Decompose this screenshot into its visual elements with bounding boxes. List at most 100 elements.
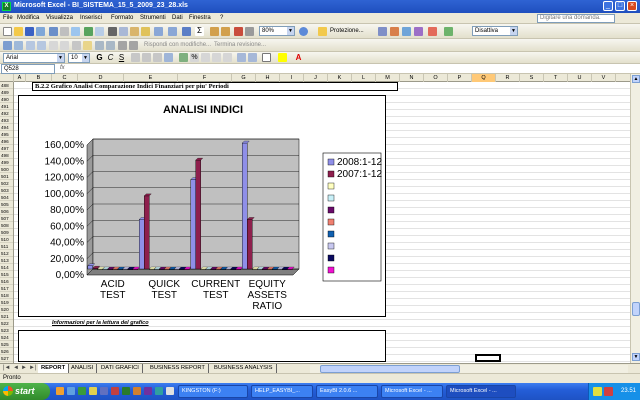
horizontal-scroll-thumb[interactable] [320, 365, 460, 373]
track-changes-icon[interactable] [83, 41, 92, 50]
quicklaunch-folder-icon[interactable] [89, 387, 97, 395]
menu-dati[interactable]: Dati [172, 15, 183, 21]
thousands-icon[interactable] [201, 53, 210, 62]
close-button[interactable]: × [627, 1, 637, 11]
preview-icon[interactable] [71, 27, 80, 36]
column-header-n[interactable]: N [400, 74, 424, 82]
info-label[interactable]: Informazioni per la lettura del grafico [52, 320, 149, 326]
increase-indent-icon[interactable] [248, 53, 257, 62]
script-editor-icon[interactable] [444, 27, 453, 36]
fx-icon[interactable]: fx [60, 65, 65, 71]
align-left-icon[interactable] [131, 53, 140, 62]
row-header-492[interactable]: 492 [0, 110, 13, 117]
end-review-button[interactable]: Termina revisione... [214, 42, 266, 48]
new-icon[interactable] [3, 27, 12, 36]
redo-icon[interactable] [168, 27, 177, 36]
print-icon[interactable] [60, 27, 69, 36]
menu-inserisci[interactable]: Inserisci [80, 15, 102, 21]
help-icon[interactable] [299, 27, 308, 36]
column-header-u[interactable]: U [568, 74, 592, 82]
column-header-m[interactable]: M [376, 74, 400, 82]
worksheet[interactable]: B.2.2 Grafico Analisi Comparazione Indic… [14, 82, 630, 363]
taskbar-help-easybi[interactable]: HELP_EASYBI_... [251, 385, 313, 398]
font-size-select[interactable]: 10 ▼ [68, 53, 90, 63]
row-header-502[interactable]: 502 [0, 180, 13, 187]
column-header-o[interactable]: O [424, 74, 448, 82]
menu-finestra[interactable]: Finestra [189, 15, 211, 21]
row-header-496[interactable]: 496 [0, 138, 13, 145]
reply-with-changes-button[interactable]: Rispondi con modifiche... [144, 42, 211, 48]
zoom-select[interactable]: 80% ▼ [259, 26, 295, 36]
format-painter-icon[interactable] [141, 27, 150, 36]
show-all-comments-icon[interactable] [60, 41, 69, 50]
row-header-493[interactable]: 493 [0, 117, 13, 124]
quicklaunch-media-icon[interactable] [78, 387, 86, 395]
currency-icon[interactable] [179, 53, 188, 62]
notes-box[interactable] [18, 330, 386, 362]
row-header-489[interactable]: 489 [0, 89, 13, 96]
name-box[interactable]: Q528 [1, 64, 55, 74]
column-header-c[interactable]: C [52, 74, 78, 82]
row-header-526[interactable]: 526 [0, 348, 13, 355]
autosum-icon[interactable]: Σ [195, 27, 204, 36]
row-header-513[interactable]: 513 [0, 257, 13, 264]
vertical-scrollbar[interactable]: ▲ ▼ [630, 74, 640, 363]
section-heading[interactable]: B.2.2 Grafico Analisi Comparazione Indic… [32, 82, 398, 91]
start-button[interactable]: start [0, 383, 50, 400]
decrease-decimal-icon[interactable] [223, 53, 232, 62]
column-header-f[interactable]: F [178, 74, 232, 82]
row-header-488[interactable]: 488 [0, 82, 13, 89]
column-header-h[interactable]: H [256, 74, 280, 82]
row-header-508[interactable]: 508 [0, 222, 13, 229]
column-header-j[interactable]: J [304, 74, 328, 82]
bold-icon[interactable]: G [95, 53, 104, 62]
row-header-491[interactable]: 491 [0, 103, 13, 110]
row-header-504[interactable]: 504 [0, 194, 13, 201]
column-header-g[interactable]: G [232, 74, 256, 82]
permission-icon[interactable] [36, 27, 45, 36]
menu-formato[interactable]: Formato [111, 15, 133, 21]
column-header-p[interactable]: P [448, 74, 472, 82]
row-header-515[interactable]: 515 [0, 271, 13, 278]
row-header-509[interactable]: 509 [0, 229, 13, 236]
quicklaunch-app3-icon[interactable] [133, 387, 141, 395]
taskbar-easybi[interactable]: EasyBI 2.0.6 ... [316, 385, 378, 398]
select-all-corner[interactable] [0, 74, 14, 82]
row-header-520[interactable]: 520 [0, 306, 13, 313]
paste-icon[interactable] [130, 27, 139, 36]
hyperlink-icon[interactable] [182, 27, 191, 36]
active-cell[interactable] [475, 354, 501, 362]
percent-icon[interactable]: % [190, 53, 199, 62]
accept-icon[interactable] [95, 41, 104, 50]
italic-icon[interactable]: C [106, 53, 115, 62]
row-header-501[interactable]: 501 [0, 173, 13, 180]
tab-report[interactable]: REPORT [38, 364, 70, 373]
tab-business-analysis[interactable]: BUSINESS ANALYSIS [211, 364, 277, 373]
row-header-495[interactable]: 495 [0, 131, 13, 138]
row-header-510[interactable]: 510 [0, 236, 13, 243]
tab-last-icon[interactable]: ►| [29, 365, 37, 371]
row-header-523[interactable]: 523 [0, 327, 13, 334]
row-header-497[interactable]: 497 [0, 145, 13, 152]
scroll-up-button[interactable]: ▲ [632, 75, 640, 83]
font-color-icon[interactable]: A [294, 53, 303, 62]
column-header-e[interactable]: E [124, 74, 178, 82]
email-icon[interactable] [49, 27, 58, 36]
row-header-517[interactable]: 517 [0, 285, 13, 292]
ink-icon[interactable] [118, 41, 127, 50]
row-header-524[interactable]: 524 [0, 334, 13, 341]
column-header-r[interactable]: R [496, 74, 520, 82]
row-header-500[interactable]: 500 [0, 166, 13, 173]
merge-center-icon[interactable] [164, 53, 173, 62]
tray-network-icon[interactable] [593, 387, 602, 396]
research-icon[interactable] [95, 27, 104, 36]
underline-icon[interactable]: S [117, 53, 126, 62]
menu-modifica[interactable]: Modifica [17, 15, 39, 21]
taskbar-kingston[interactable]: KINGSTON (F:) [178, 385, 248, 398]
quicklaunch-app2-icon[interactable] [111, 387, 119, 395]
row-header-525[interactable]: 525 [0, 341, 13, 348]
minimize-button[interactable]: _ [603, 1, 613, 11]
column-header-t[interactable]: T [544, 74, 568, 82]
sort-asc-icon[interactable] [210, 27, 219, 36]
scroll-down-button[interactable]: ▼ [632, 353, 640, 361]
